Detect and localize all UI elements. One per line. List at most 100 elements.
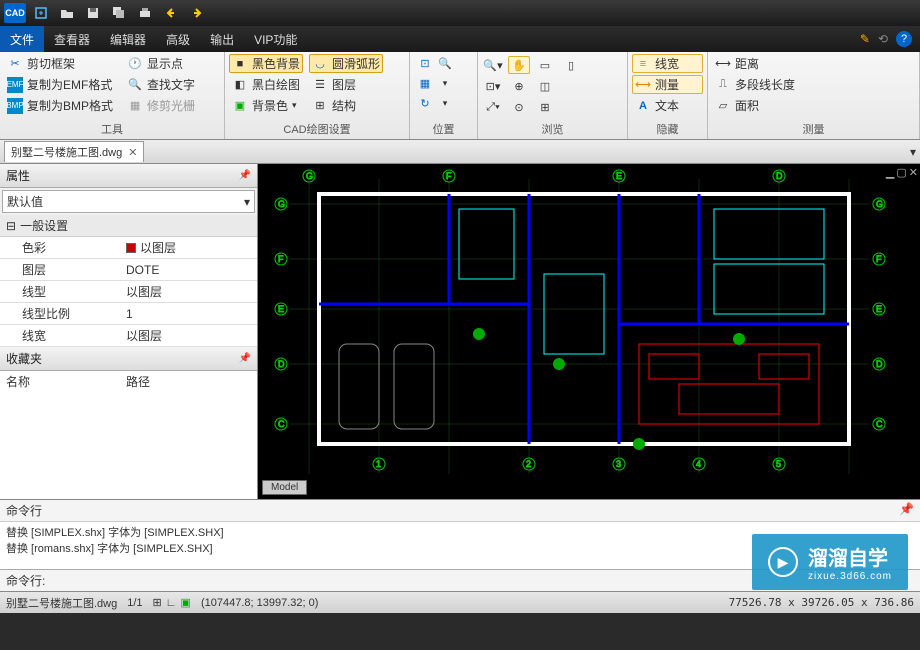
structure-button[interactable]: ⊞结构 — [309, 96, 383, 115]
struct-icon: ⊞ — [312, 98, 328, 114]
title-bar: CAD — [0, 0, 920, 26]
save-icon[interactable] — [82, 3, 104, 23]
canvas-tools: ▁ ▢ ✕ — [886, 166, 918, 179]
saveall-icon[interactable] — [108, 3, 130, 23]
menu-editor[interactable]: 编辑器 — [100, 26, 156, 52]
svg-text:F: F — [278, 254, 284, 264]
zoom-fit-button[interactable]: ⊡▾ — [482, 77, 504, 95]
trim-raster-button[interactable]: ▦修剪光栅 — [124, 96, 198, 115]
show-point-button[interactable]: 🕐显示点 — [124, 54, 198, 73]
find-text-button[interactable]: 🔍查找文字 — [124, 75, 198, 94]
svg-text:D: D — [776, 171, 783, 181]
zoom-in-button[interactable]: 🔍▾ — [482, 56, 504, 74]
undo-icon[interactable] — [160, 3, 182, 23]
zoom-ext-button[interactable]: ⤢▾ — [482, 98, 504, 116]
view1-button[interactable]: ▭ — [534, 56, 556, 74]
copy-bmp-button[interactable]: BMP复制为BMP格式 — [4, 96, 116, 115]
model-tab[interactable]: Model — [262, 480, 307, 495]
canvas-close-icon[interactable]: ✕ — [909, 166, 918, 179]
document-tabs: 别墅二号楼施工图.dwg ✕ ▾ — [0, 140, 920, 164]
layers-button[interactable]: ☰图层 — [309, 75, 383, 94]
menu-vip[interactable]: VIP功能 — [244, 26, 307, 52]
prop-section-general[interactable]: ⊟一般设置 — [0, 215, 257, 237]
zoom-icon: 🔍 — [437, 55, 453, 71]
svg-text:F: F — [446, 171, 452, 181]
prop-row-color[interactable]: 色彩以图层 — [0, 237, 257, 259]
pos-3-button[interactable]: ↻▾ — [414, 94, 473, 112]
ribbon-group-measure-label: 测量 — [712, 119, 915, 139]
new-icon[interactable] — [30, 3, 52, 23]
svg-text:2: 2 — [526, 459, 531, 469]
redo-icon[interactable] — [186, 3, 208, 23]
snap-icon[interactable]: ⊞ — [153, 596, 162, 609]
crop-icon: ✂ — [7, 56, 23, 72]
emf-icon: EMF — [7, 77, 23, 93]
menu-advanced[interactable]: 高级 — [156, 26, 200, 52]
close-tab-icon[interactable]: ✕ — [128, 146, 137, 159]
favorites-header: 收藏夹📌 — [0, 347, 257, 371]
status-file: 别墅二号楼施工图.dwg — [6, 595, 117, 611]
pos-1-button[interactable]: ⊡🔍 — [414, 54, 473, 72]
tab-dropdown-icon[interactable]: ▾ — [910, 145, 916, 159]
pos-2-button[interactable]: ▦▾ — [414, 74, 473, 92]
svg-text:C: C — [278, 419, 285, 429]
view2-button[interactable]: ◫ — [534, 77, 556, 95]
lineweight-button[interactable]: ≡线宽 — [632, 54, 703, 73]
black-bg-button[interactable]: ■黑色背景 — [229, 54, 303, 73]
ext-icon: ⤢▾ — [485, 99, 501, 115]
smooth-arc-button[interactable]: ◡圆滑弧形 — [309, 54, 383, 73]
pan-button[interactable]: ✋ — [508, 56, 530, 74]
ribbon-group-pos-label: 位置 — [414, 119, 473, 139]
polyline-button[interactable]: ⎍多段线长度 — [712, 75, 915, 94]
area-button[interactable]: ▱面积 — [712, 96, 915, 115]
text-button[interactable]: A文本 — [632, 96, 703, 115]
hand-icon: ✋ — [511, 57, 527, 73]
copy-emf-button[interactable]: EMF复制为EMF格式 — [4, 75, 116, 94]
prop-row-lineweight[interactable]: 线宽以图层 — [0, 325, 257, 347]
prop-row-ltscale[interactable]: 线型比例1 — [0, 303, 257, 325]
osnap-icon[interactable]: ▣ — [181, 596, 191, 609]
svg-text:G: G — [278, 199, 285, 209]
svg-text:C: C — [876, 419, 883, 429]
menu-viewer[interactable]: 查看器 — [44, 26, 100, 52]
refresh-icon[interactable]: ⟲ — [878, 32, 888, 46]
ribbon: ✂剪切框架 EMF复制为EMF格式 BMP复制为BMP格式 🕐显示点 🔍查找文字… — [0, 52, 920, 140]
distance-button[interactable]: ⟷距离 — [712, 54, 915, 73]
color-swatch — [126, 243, 136, 253]
svg-text:3: 3 — [616, 459, 621, 469]
document-tab[interactable]: 别墅二号楼施工图.dwg ✕ — [4, 141, 144, 162]
pen-icon[interactable]: ✎ — [860, 32, 870, 46]
prop-row-layer[interactable]: 图层DOTE — [0, 259, 257, 281]
canvas-min-icon[interactable]: ▁ — [886, 166, 894, 179]
measure-icon: ⟷ — [635, 77, 651, 93]
drawing-canvas[interactable]: ▁ ▢ ✕ — [258, 164, 920, 499]
menu-output[interactable]: 输出 — [200, 26, 244, 52]
status-toggles[interactable]: ⊞ ∟ ▣ — [153, 596, 191, 609]
default-value-dropdown[interactable]: 默认值▾ — [2, 190, 255, 213]
pin-icon[interactable]: 📌 — [239, 170, 251, 181]
pin-icon[interactable]: 📌 — [239, 353, 251, 364]
measure-button[interactable]: ⟷测量 — [632, 75, 703, 94]
prop-row-linetype[interactable]: 线型以图层 — [0, 281, 257, 303]
crop-frame-button[interactable]: ✂剪切框架 — [4, 54, 116, 73]
pin-icon[interactable]: 📌 — [899, 502, 914, 519]
bg-bw-icon: ◧ — [232, 77, 248, 93]
help-icon[interactable]: ? — [896, 31, 912, 47]
bw-draw-button[interactable]: ◧黑白绘图 — [229, 75, 303, 94]
open-icon[interactable] — [56, 3, 78, 23]
poly-icon: ⎍ — [715, 77, 731, 93]
svg-text:5: 5 — [776, 459, 781, 469]
canvas-max-icon[interactable]: ▢ — [896, 166, 906, 179]
bg-color-button[interactable]: ▣背景色▾ — [229, 96, 303, 115]
search-icon: 🔍 — [127, 77, 143, 93]
play-icon: ▶ — [768, 547, 798, 577]
nav-button[interactable]: ⊙ — [508, 98, 530, 116]
print-icon[interactable] — [134, 3, 156, 23]
orbit-button[interactable]: ⊕ — [508, 77, 530, 95]
fav-col-name: 名称 — [6, 373, 126, 390]
menu-file[interactable]: 文件 — [0, 26, 44, 52]
ortho-icon[interactable]: ∟ — [166, 597, 177, 609]
view3-button[interactable]: ⊞ — [534, 98, 556, 116]
watermark: ▶ 溜溜自学 zixue.3d66.com — [752, 534, 908, 590]
view4-button[interactable]: ▯ — [560, 56, 582, 74]
